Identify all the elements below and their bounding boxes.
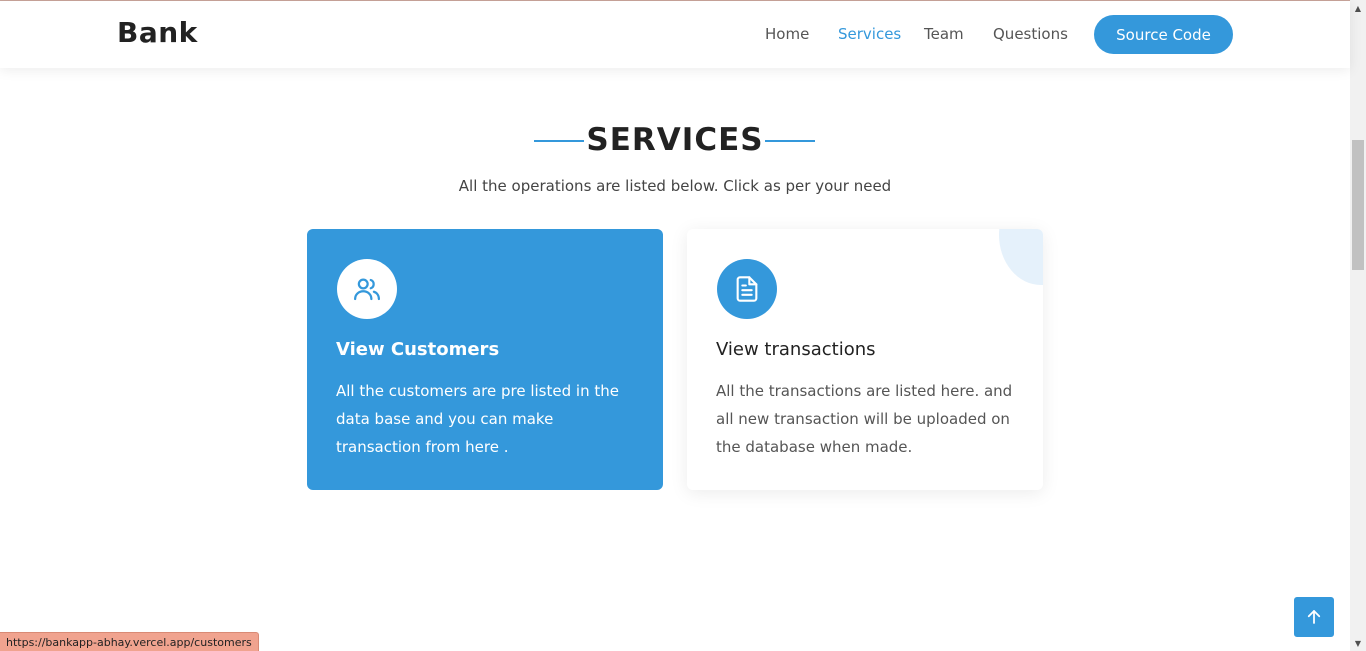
source-code-button[interactable]: Source Code <box>1094 15 1233 54</box>
title-line-right <box>765 140 815 142</box>
decorative-circle <box>999 229 1043 285</box>
card-title: View Customers <box>336 339 500 360</box>
link-status-url: https://bankapp-abhay.vercel.app/custome… <box>0 632 259 651</box>
view-customers-card[interactable]: View Customers All the customers are pre… <box>307 229 663 490</box>
vertical-scrollbar[interactable]: ▲ ▼ <box>1350 0 1366 651</box>
card-title: View transactions <box>716 339 876 360</box>
back-to-top-button[interactable] <box>1294 597 1334 637</box>
scrollbar-thumb[interactable] <box>1352 140 1364 270</box>
card-text: All the transactions are listed here. an… <box>716 382 1013 456</box>
view-transactions-card[interactable]: View transactions All the transactions a… <box>687 229 1043 490</box>
nav-questions[interactable]: Questions <box>993 25 1068 43</box>
document-icon <box>717 259 777 319</box>
scroll-up-arrow-icon[interactable]: ▲ <box>1350 0 1366 16</box>
site-logo[interactable]: Bank <box>117 16 198 49</box>
nav-services[interactable]: Services <box>838 25 901 43</box>
card-text: All the customers are pre listed in the … <box>336 382 619 456</box>
site-header: Bank Home Services Team Questions Source… <box>0 1 1350 68</box>
nav-team[interactable]: Team <box>924 25 964 43</box>
scroll-down-arrow-icon[interactable]: ▼ <box>1350 635 1366 651</box>
section-subtitle: All the operations are listed below. Cli… <box>458 177 892 195</box>
arrow-up-icon <box>1307 610 1321 624</box>
section-title: SERVICES <box>586 122 764 158</box>
nav-home[interactable]: Home <box>765 25 809 43</box>
users-icon <box>337 259 397 319</box>
